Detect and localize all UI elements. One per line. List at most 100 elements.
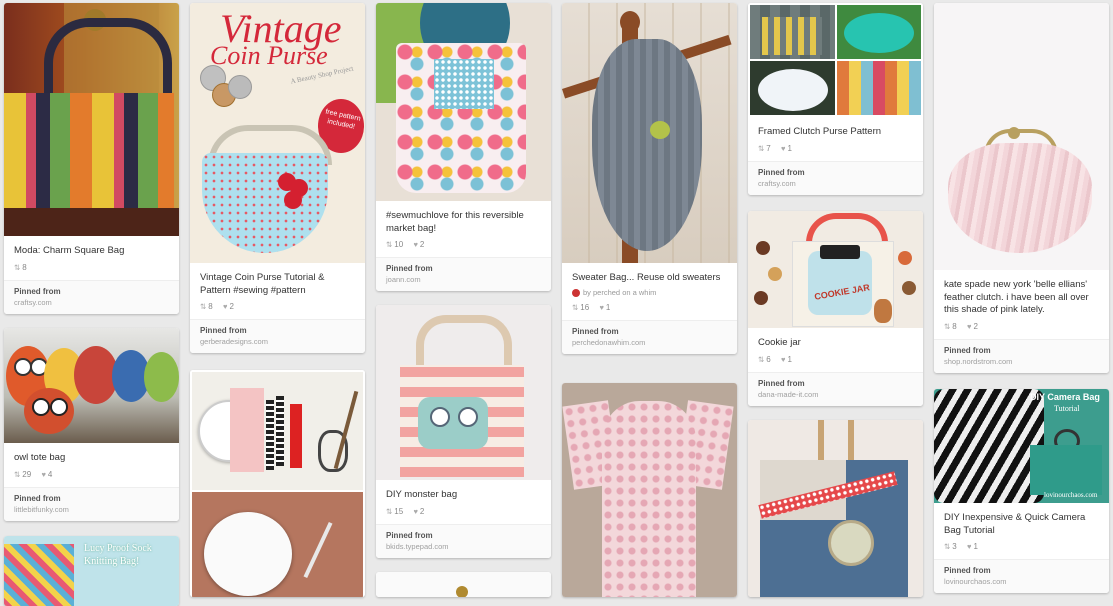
source-domain[interactable]: craftsy.com: [758, 179, 913, 188]
pin-image[interactable]: [4, 3, 179, 236]
pin-stats: ⇅ 29 ♥ 4: [4, 468, 179, 487]
source-domain[interactable]: perchedonawhim.com: [572, 338, 727, 347]
heart-icon[interactable]: ♥: [413, 507, 417, 516]
pin-source[interactable]: Pinned from shop.nordstrom.com: [934, 338, 1109, 373]
pin-image[interactable]: DIY Camera Bag Tutorial lovinourchaos.co…: [934, 389, 1109, 503]
pin-source[interactable]: Pinned from dana-made-it.com: [748, 371, 923, 406]
pin-description[interactable]: Cookie jar: [748, 328, 923, 353]
pin-framed-clutch[interactable]: Framed Clutch Purse Pattern ⇅ 7 ♥ 1 Pinned…: [748, 3, 923, 195]
pin-source[interactable]: Pinned from gerberadesigns.com: [190, 319, 365, 353]
pin-vintage-coin-purse[interactable]: Vintage Coin Purse A Beauty Shop Project…: [190, 3, 365, 353]
heart-icon[interactable]: ♥: [781, 144, 785, 153]
pin-source[interactable]: Pinned from craftsy.com: [748, 160, 923, 195]
pinner-name[interactable]: by perched on a whim: [583, 288, 656, 297]
pin-owl-tote-bag[interactable]: owl tote bag ⇅ 29 ♥ 4 Pinned from littlebi…: [4, 328, 179, 521]
pin-source[interactable]: Pinned from craftsy.com: [4, 279, 179, 314]
pin-image[interactable]: [934, 3, 1109, 270]
repin-icon[interactable]: ⇅: [758, 144, 764, 153]
pin-cookie-jar[interactable]: COOKIE JAR Cookie jar ⇅ 6 ♥ 1 Pinned from …: [748, 211, 923, 406]
heart-icon[interactable]: ♥: [781, 355, 785, 364]
repin-icon[interactable]: ⇅: [758, 355, 764, 364]
pin-partial[interactable]: [376, 572, 551, 597]
source-domain[interactable]: bkids.typepad.com: [386, 542, 541, 551]
pin-image[interactable]: [748, 420, 923, 597]
pin-reversible-market-bag[interactable]: #sewmuchlove for this reversible market …: [376, 3, 551, 291]
pinned-from-label: Pinned from: [944, 566, 991, 575]
source-domain[interactable]: lovinourchaos.com: [944, 577, 1099, 586]
pinner[interactable]: by perched on a whim: [562, 288, 737, 301]
pinned-from-label: Pinned from: [758, 167, 805, 177]
pin-description[interactable]: DIY monster bag: [376, 480, 551, 505]
pin-image[interactable]: Lucy Proof Sock Knitting Bag!: [4, 536, 179, 606]
repin-icon[interactable]: ⇅: [944, 322, 950, 331]
pin-apron-pattern[interactable]: [562, 383, 737, 597]
pin-image[interactable]: [748, 3, 923, 117]
pinned-from-label: Pinned from: [200, 326, 247, 335]
repin-count: 7: [766, 143, 771, 153]
repin-icon[interactable]: ⇅: [386, 240, 392, 249]
pin-description[interactable]: Moda: Charm Square Bag: [4, 236, 179, 261]
pin-feather-clutch[interactable]: kate spade new york 'belle ellians' feat…: [934, 3, 1109, 373]
source-domain[interactable]: joann.com: [386, 275, 541, 284]
repin-icon[interactable]: ⇅: [200, 302, 206, 311]
repin-icon[interactable]: ⇅: [944, 542, 950, 551]
pin-source[interactable]: Pinned from lovinourchaos.com: [934, 559, 1109, 593]
source-domain[interactable]: shop.nordstrom.com: [944, 357, 1099, 366]
pin-image[interactable]: [376, 572, 551, 597]
pin-image[interactable]: [376, 3, 551, 201]
pinned-from-label: Pinned from: [14, 493, 61, 503]
pin-source[interactable]: Pinned from joann.com: [376, 257, 551, 291]
pin-source[interactable]: Pinned from bkids.typepad.com: [376, 523, 551, 558]
source-domain[interactable]: dana-made-it.com: [758, 390, 913, 399]
repin-icon[interactable]: ⇅: [14, 263, 20, 272]
repin-count: 8: [952, 321, 957, 331]
pinned-from-label: Pinned from: [386, 530, 433, 540]
heart-icon[interactable]: ♥: [967, 322, 971, 331]
heart-icon[interactable]: ♥: [413, 240, 417, 249]
heart-icon[interactable]: ♥: [599, 303, 603, 312]
pin-image[interactable]: [190, 370, 365, 597]
overlay-subtitle: Coin Purse: [210, 41, 328, 70]
pin-description[interactable]: DIY Inexpensive & Quick Camera Bag Tutor…: [934, 503, 1109, 540]
pin-description[interactable]: Vintage Coin Purse Tutorial & Pattern #s…: [190, 263, 365, 300]
pin-image[interactable]: COOKIE JAR: [748, 211, 923, 328]
pin-description[interactable]: kate spade new york 'belle ellians' feat…: [934, 270, 1109, 320]
pin-image[interactable]: [562, 3, 737, 263]
pin-image[interactable]: Vintage Coin Purse A Beauty Shop Project…: [190, 3, 365, 263]
pin-image[interactable]: [4, 328, 179, 443]
repin-count: 8: [208, 302, 213, 311]
pin-image[interactable]: [562, 383, 737, 597]
pin-description[interactable]: Sweater Bag... Reuse old sweaters: [562, 263, 737, 288]
pin-stats: ⇅ 15 ♥ 2: [376, 505, 551, 524]
pin-sweater-bag[interactable]: Sweater Bag... Reuse old sweaters by per…: [562, 3, 737, 354]
heart-icon[interactable]: ♥: [223, 302, 227, 311]
pin-charm-square-bag[interactable]: Moda: Charm Square Bag ⇅ 8 Pinned from cr…: [4, 3, 179, 314]
source-domain[interactable]: littlebitfunky.com: [14, 505, 169, 514]
repin-icon[interactable]: ⇅: [572, 303, 578, 312]
pin-source[interactable]: Pinned from littlebitfunky.com: [4, 486, 179, 521]
pin-stats: ⇅ 6 ♥ 1: [748, 353, 923, 372]
source-domain[interactable]: craftsy.com: [14, 298, 169, 307]
pin-stats: ⇅ 7 ♥ 1: [748, 142, 923, 161]
pin-diy-monster-bag[interactable]: DIY monster bag ⇅ 15 ♥ 2 Pinned from bkids…: [376, 305, 551, 558]
pin-description[interactable]: #sewmuchlove for this reversible market …: [376, 201, 551, 238]
repin-icon[interactable]: ⇅: [14, 470, 20, 479]
pin-sock-knitting-bag[interactable]: Lucy Proof Sock Knitting Bag!: [4, 536, 179, 606]
pin-coin-purse-supplies[interactable]: [190, 370, 365, 597]
avatar[interactable]: [572, 288, 580, 297]
pin-denim-bag[interactable]: [748, 420, 923, 597]
repin-count: 6: [766, 354, 771, 364]
source-domain[interactable]: gerberadesigns.com: [200, 337, 355, 346]
heart-icon[interactable]: ♥: [967, 542, 971, 551]
like-count: 1: [787, 143, 792, 153]
repin-icon[interactable]: ⇅: [386, 507, 392, 516]
pin-description[interactable]: owl tote bag: [4, 443, 179, 468]
pin-diy-camera-bag[interactable]: DIY Camera Bag Tutorial lovinourchaos.co…: [934, 389, 1109, 593]
repin-count: 29: [22, 469, 32, 479]
pin-image[interactable]: [376, 305, 551, 480]
heart-icon[interactable]: ♥: [41, 470, 45, 479]
pin-description[interactable]: Framed Clutch Purse Pattern: [748, 117, 923, 142]
like-count: 1: [973, 542, 978, 551]
repin-count: 8: [22, 262, 27, 272]
pin-source[interactable]: Pinned from perchedonawhim.com: [562, 319, 737, 354]
